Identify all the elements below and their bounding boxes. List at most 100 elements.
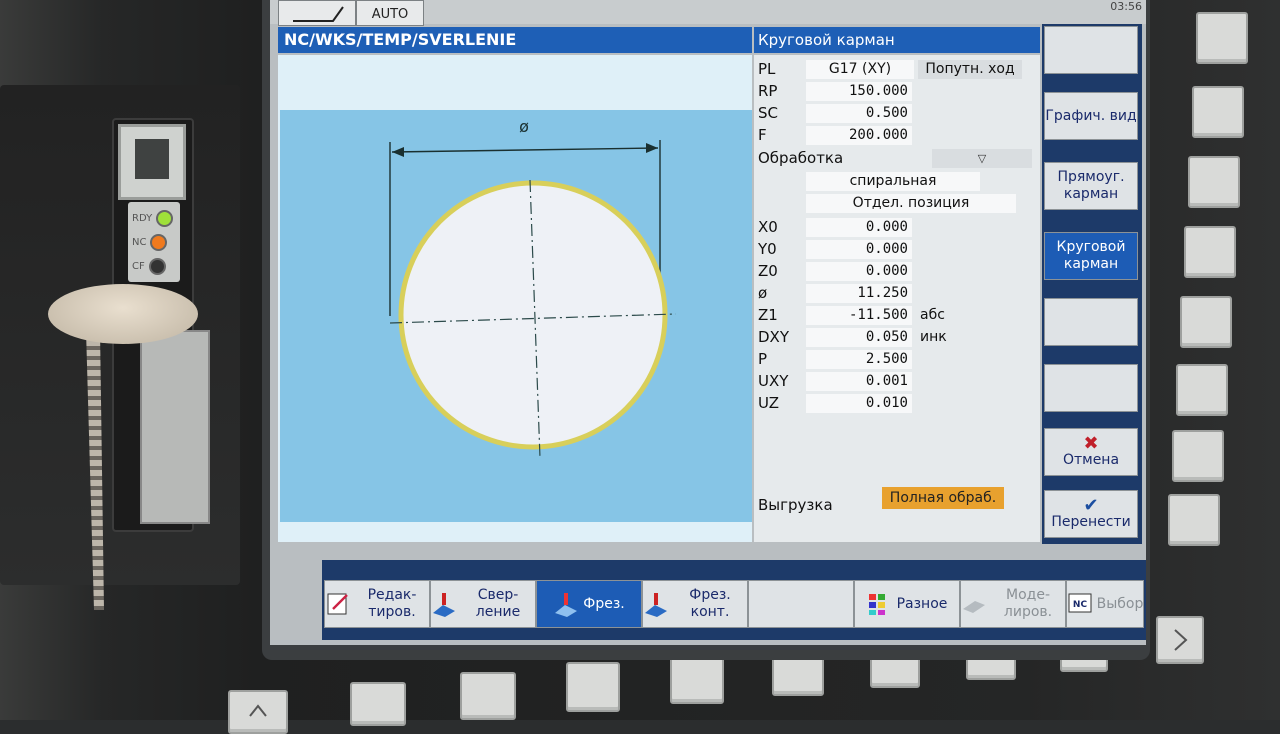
softkey-milling[interactable]: Фрез.: [536, 580, 642, 628]
param-label-p: P: [758, 350, 768, 368]
param-row-f: F 200.000: [754, 125, 1040, 145]
param-label-z1: Z1: [758, 306, 778, 324]
param-milling-direction[interactable]: Попутн. ход: [918, 60, 1022, 79]
hardware-key[interactable]: [670, 654, 724, 704]
hardware-key[interactable]: [1168, 494, 1220, 546]
hardware-key[interactable]: [1172, 430, 1224, 482]
hardware-key[interactable]: [1188, 156, 1240, 208]
hmi-screen: AUTO 03:56 NC/WKS/TEMP/SVERLENIE Кругово…: [270, 0, 1146, 645]
simulation-icon: [963, 601, 985, 613]
hardware-key[interactable]: [1192, 86, 1244, 138]
param-row-p: P 2.500: [754, 349, 1040, 369]
next-page-key[interactable]: [1156, 616, 1204, 664]
softkey-misc[interactable]: Разное: [854, 580, 960, 628]
param-value-sc[interactable]: 0.500: [806, 104, 912, 123]
softkey-circular-pocket[interactable]: Круговой карман: [1044, 232, 1138, 280]
param-value-x0[interactable]: 0.000: [806, 218, 912, 237]
param-row-sc: SC 0.500: [754, 103, 1040, 123]
svg-text:NC: NC: [1073, 600, 1088, 610]
dimension-arrow-left-icon: [392, 147, 404, 157]
nc-select-icon: NC: [1068, 593, 1092, 613]
chevron-up-icon: [249, 704, 267, 717]
dimension-line: [391, 147, 659, 153]
clock: 03:56: [1110, 0, 1142, 13]
softkey-contour-milling-label: Фрез. конт.: [689, 587, 731, 620]
param-row-x0: X0 0.000: [754, 217, 1040, 237]
param-position-mode[interactable]: Отдел. позиция: [806, 194, 1016, 213]
param-value-rp[interactable]: 150.000: [806, 82, 912, 101]
softkey-simulation[interactable]: Моде- лиров.: [960, 580, 1066, 628]
softkey-v1[interactable]: [1044, 26, 1138, 74]
circular-pocket-contour: [398, 180, 668, 450]
param-label-y0: Y0: [758, 240, 777, 258]
milling-icon: [555, 593, 578, 617]
checkmark-icon: ✔: [1083, 494, 1099, 516]
diameter-label: ø: [519, 117, 529, 136]
param-value-uxy[interactable]: 0.001: [806, 372, 912, 391]
param-label-diameter: ø: [758, 284, 768, 302]
softkey-rectangular-pocket-label: Прямоуг. карман: [1057, 169, 1125, 202]
softkey-milling-label: Фрез.: [583, 595, 625, 612]
softkey-misc-label: Разное: [896, 595, 948, 612]
hardware-key[interactable]: [1180, 296, 1232, 348]
accept-label: Перенести: [1051, 513, 1131, 530]
param-value-uz[interactable]: 0.010: [806, 394, 912, 413]
parameter-panel: PL G17 (XY) Попутн. ход RP 150.000 SC 0.…: [754, 55, 1040, 542]
softkey-edit[interactable]: Редак- тиров.: [324, 580, 430, 628]
led-nc-label: NC: [132, 237, 147, 248]
param-value-z1[interactable]: -11.500: [806, 306, 912, 325]
param-label-pl: PL: [758, 60, 776, 78]
hardware-key[interactable]: [460, 672, 516, 720]
softkey-simulation-label: Моде- лиров.: [1003, 587, 1053, 620]
param-row-dxy: DXY 0.050 инк: [754, 327, 1040, 347]
param-label-uz: UZ: [758, 394, 779, 412]
param-value-f[interactable]: 200.000: [806, 126, 912, 145]
dimension-arrow-right-icon: [646, 143, 658, 153]
softkey-nc-select[interactable]: NC Выбор: [1066, 580, 1144, 628]
softkey-v5[interactable]: [1044, 298, 1138, 346]
param-unit-z1[interactable]: абс: [920, 305, 945, 325]
param-insertion-mode[interactable]: спиральная: [806, 172, 980, 191]
param-value-dxy[interactable]: 0.050: [806, 328, 912, 347]
param-value-diameter[interactable]: 11.250: [806, 284, 912, 303]
edit-icon: [327, 593, 348, 615]
softkey-graphic-view[interactable]: Графич. вид: [1044, 92, 1138, 140]
unloading-mode-value[interactable]: Полная обраб.: [882, 487, 1004, 509]
hardware-key[interactable]: [1184, 226, 1236, 278]
softkey-rectangular-pocket[interactable]: Прямоуг. карман: [1044, 162, 1138, 210]
hardware-key[interactable]: [1196, 12, 1248, 64]
memory-card-slot[interactable]: [140, 330, 210, 524]
param-row-z0: Z0 0.000: [754, 261, 1040, 281]
param-value-pl[interactable]: G17 (XY): [806, 60, 914, 79]
cancel-label: Отмена: [1062, 451, 1120, 468]
horizontal-softkey-bar: Редак- тиров. Свер- ление Фрез. Фрез. ко…: [322, 560, 1146, 640]
cancel-button[interactable]: ✖ Отмена: [1044, 428, 1138, 476]
jog-arrow-icon: [293, 6, 344, 22]
param-row-diameter: ø 11.250: [754, 283, 1040, 303]
ethernet-port-socket: [135, 139, 169, 179]
led-cf-label: CF: [132, 261, 145, 272]
vertical-softkey-bar: Графич. вид Прямоуг. карман Круговой кар…: [1042, 24, 1142, 544]
program-path: NC/WKS/TEMP/SVERLENIE: [278, 27, 752, 53]
param-row-machining: Обработка ▽: [754, 148, 1040, 168]
softkey-h5[interactable]: [748, 580, 854, 628]
param-row-uxy: UXY 0.001: [754, 371, 1040, 391]
param-value-z0[interactable]: 0.000: [806, 262, 912, 281]
hardware-key-up[interactable]: [228, 690, 288, 734]
softkey-v6[interactable]: [1044, 364, 1138, 412]
param-value-p[interactable]: 2.500: [806, 350, 912, 369]
softkey-drilling-label: Свер- ление: [475, 587, 521, 620]
hardware-key[interactable]: [350, 682, 406, 726]
softkey-drilling[interactable]: Свер- ление: [430, 580, 536, 628]
param-label-machining: Обработка: [758, 149, 844, 167]
param-value-y0[interactable]: 0.000: [806, 240, 912, 259]
accept-button[interactable]: ✔ Перенести: [1044, 490, 1138, 538]
hardware-key[interactable]: [566, 662, 620, 712]
softkey-contour-milling[interactable]: Фрез. конт.: [642, 580, 748, 628]
hardware-key[interactable]: [1176, 364, 1228, 416]
machining-dropdown-icon[interactable]: ▽: [932, 149, 1032, 168]
param-unit-dxy[interactable]: инк: [920, 327, 947, 347]
param-label-f: F: [758, 126, 767, 144]
led-nc-icon: [150, 234, 168, 251]
misc-icon: [868, 594, 885, 615]
